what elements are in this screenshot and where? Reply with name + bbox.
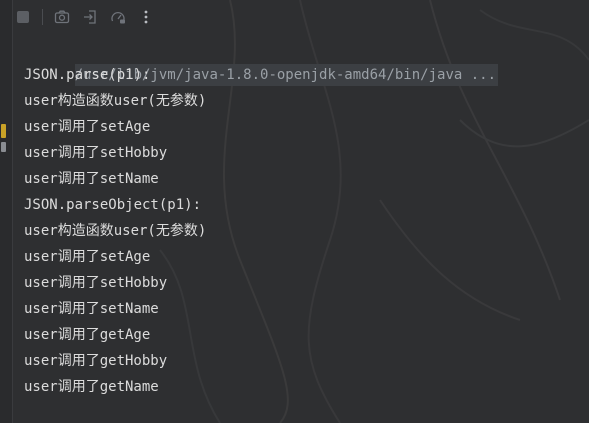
profiler-button[interactable] [107,6,129,28]
login-icon [84,10,96,24]
console-command-line: /usr/lib/jvm/java-1.8.0-openjdk-amd64/bi… [24,36,584,86]
console-gutter [0,0,13,423]
gutter-marker-warning [1,124,6,138]
gutter-marker-info [1,142,6,152]
console-line: user调用了getAge [24,327,151,343]
more-options-button[interactable] [135,6,157,28]
stop-icon [17,11,29,23]
console-line: user调用了getHobby [24,353,168,369]
console-line: user调用了getName [24,379,159,395]
console-line: user调用了setHobby [24,275,168,291]
run-console-window: /usr/lib/jvm/java-1.8.0-openjdk-amd64/bi… [0,0,589,423]
console-line: JSON.parseObject(p1): [24,197,202,213]
console-line: user调用了setAge [24,119,151,135]
screenshot-button[interactable] [51,6,73,28]
console-output[interactable]: /usr/lib/jvm/java-1.8.0-openjdk-amd64/bi… [24,36,584,400]
console-line: user调用了setName [24,301,159,317]
console-line: user调用了setAge [24,249,151,265]
toolbar-separator [42,9,43,25]
restore-layout-button[interactable] [79,6,101,28]
camera-icon [54,10,70,24]
console-toolbar [12,0,589,34]
console-line: user调用了setHobby [24,145,168,161]
more-vertical-icon [144,10,148,24]
console-line: user构造函数user(无参数) [24,93,207,109]
stop-button[interactable] [12,6,34,28]
console-line: user调用了setName [24,171,159,187]
dashboard-icon [111,11,125,24]
console-line: user构造函数user(无参数) [24,223,207,239]
